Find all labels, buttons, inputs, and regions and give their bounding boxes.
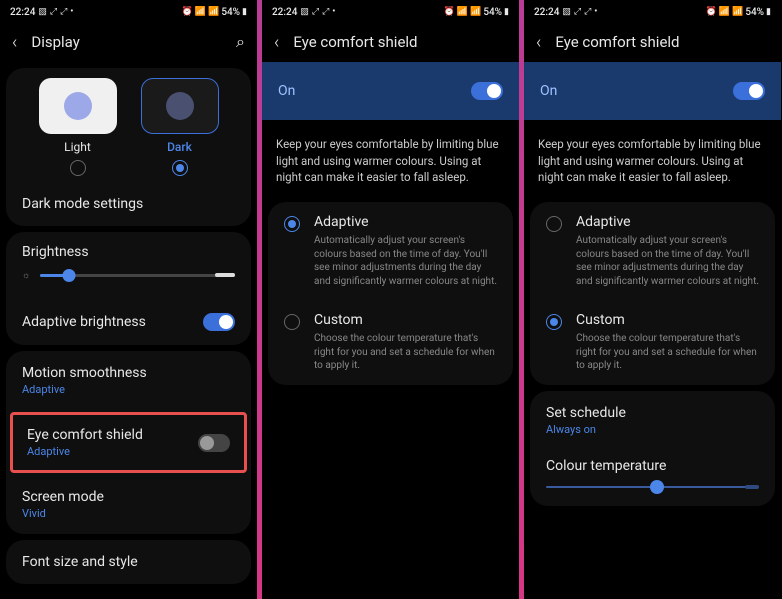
status-bar: 22:24 ▧ ⤢ ⤢ • ⏰ 📶 📶 54% ▮ bbox=[0, 0, 257, 22]
search-icon[interactable]: ⌕ bbox=[236, 32, 245, 52]
adaptive-brightness-item[interactable]: Adaptive brightness bbox=[6, 299, 251, 345]
theme-picker: Light Dark bbox=[6, 68, 251, 182]
status-icon: ⤢ bbox=[50, 7, 57, 17]
on-banner[interactable]: On bbox=[524, 62, 781, 120]
custom-radio[interactable] bbox=[284, 314, 300, 330]
on-label: On bbox=[278, 83, 295, 99]
info-text: Keep your eyes comfortable by limiting b… bbox=[524, 122, 781, 200]
back-icon[interactable]: ‹ bbox=[12, 32, 17, 53]
status-bar: 22:24 ▧⤢⤢• ⏰📶📶 54%▮ bbox=[262, 0, 519, 22]
wifi-icon: 📶 bbox=[195, 7, 206, 17]
brightness-item: Brightness ☼ bbox=[6, 232, 251, 299]
colour-temp-slider[interactable] bbox=[546, 486, 759, 488]
page-title: Eye comfort shield bbox=[555, 33, 679, 51]
battery-icon: ▮ bbox=[242, 7, 247, 17]
signal-icon: 📶 bbox=[208, 7, 219, 17]
custom-option[interactable]: Custom Choose the colour temperature tha… bbox=[530, 300, 775, 385]
status-icon: ▧ bbox=[38, 7, 47, 17]
on-banner[interactable]: On bbox=[262, 62, 519, 120]
alarm-icon: ⏰ bbox=[182, 7, 193, 17]
back-icon[interactable]: ‹ bbox=[274, 32, 279, 53]
info-text: Keep your eyes comfortable by limiting b… bbox=[262, 122, 519, 200]
status-bar: 22:24 ▧⤢⤢• ⏰📶📶 54%▮ bbox=[524, 0, 781, 22]
header: ‹ Display ⌕ bbox=[0, 22, 257, 62]
set-schedule-item[interactable]: Set schedule Always on bbox=[530, 391, 775, 450]
master-toggle[interactable] bbox=[733, 82, 765, 100]
back-icon[interactable]: ‹ bbox=[536, 32, 541, 53]
page-title: Eye comfort shield bbox=[293, 33, 417, 51]
on-label: On bbox=[540, 83, 557, 99]
colour-temp-label: Colour temperature bbox=[546, 458, 759, 474]
theme-dark-option[interactable]: Dark bbox=[141, 78, 219, 176]
dark-theme-thumb bbox=[141, 78, 219, 134]
phone-display-settings: 22:24 ▧ ⤢ ⤢ • ⏰ 📶 📶 54% ▮ ‹ Display ⌕ Li… bbox=[0, 0, 257, 599]
header: ‹ Eye comfort shield bbox=[524, 22, 781, 62]
custom-option[interactable]: Custom Choose the colour temperature tha… bbox=[268, 300, 513, 385]
status-icon: ⤢ bbox=[60, 7, 67, 17]
light-label: Light bbox=[64, 140, 91, 154]
dark-mode-settings-item[interactable]: Dark mode settings bbox=[6, 182, 251, 226]
light-theme-thumb bbox=[39, 78, 117, 134]
header: ‹ Eye comfort shield bbox=[262, 22, 519, 62]
status-icon: • bbox=[70, 7, 73, 17]
eye-comfort-highlight: Eye comfort shield Adaptive bbox=[10, 412, 247, 473]
phone-eye-comfort-custom: 22:24 ▧⤢⤢• ⏰📶📶 54%▮ ‹ Eye comfort shield… bbox=[524, 0, 781, 599]
theme-light-option[interactable]: Light bbox=[39, 78, 117, 176]
custom-radio[interactable] bbox=[546, 314, 562, 330]
font-size-item[interactable]: Font size and style bbox=[6, 540, 251, 584]
sun-icon: ☼ bbox=[22, 270, 30, 281]
adaptive-option[interactable]: Adaptive Automatically adjust your scree… bbox=[268, 202, 513, 300]
brightness-label: Brightness bbox=[22, 244, 235, 260]
light-radio[interactable] bbox=[70, 160, 86, 176]
adaptive-radio[interactable] bbox=[284, 216, 300, 232]
page-title: Display bbox=[31, 33, 79, 51]
eye-comfort-toggle[interactable] bbox=[198, 434, 230, 452]
master-toggle[interactable] bbox=[471, 82, 503, 100]
adaptive-option[interactable]: Adaptive Automatically adjust your scree… bbox=[530, 202, 775, 300]
adaptive-radio[interactable] bbox=[546, 216, 562, 232]
status-time: 22:24 bbox=[10, 7, 35, 18]
screen-mode-item[interactable]: Screen mode Vivid bbox=[6, 475, 251, 534]
battery-percent: 54% bbox=[221, 7, 240, 18]
dark-label: Dark bbox=[167, 140, 192, 154]
phone-eye-comfort-adaptive: 22:24 ▧⤢⤢• ⏰📶📶 54%▮ ‹ Eye comfort shield… bbox=[262, 0, 519, 599]
dark-radio[interactable] bbox=[172, 160, 188, 176]
brightness-slider[interactable] bbox=[40, 274, 235, 277]
adaptive-brightness-toggle[interactable] bbox=[203, 313, 235, 331]
motion-smoothness-item[interactable]: Motion smoothness Adaptive bbox=[6, 351, 251, 410]
eye-comfort-shield-item[interactable]: Eye comfort shield Adaptive bbox=[13, 415, 244, 470]
colour-temp-item: Colour temperature bbox=[530, 450, 775, 506]
